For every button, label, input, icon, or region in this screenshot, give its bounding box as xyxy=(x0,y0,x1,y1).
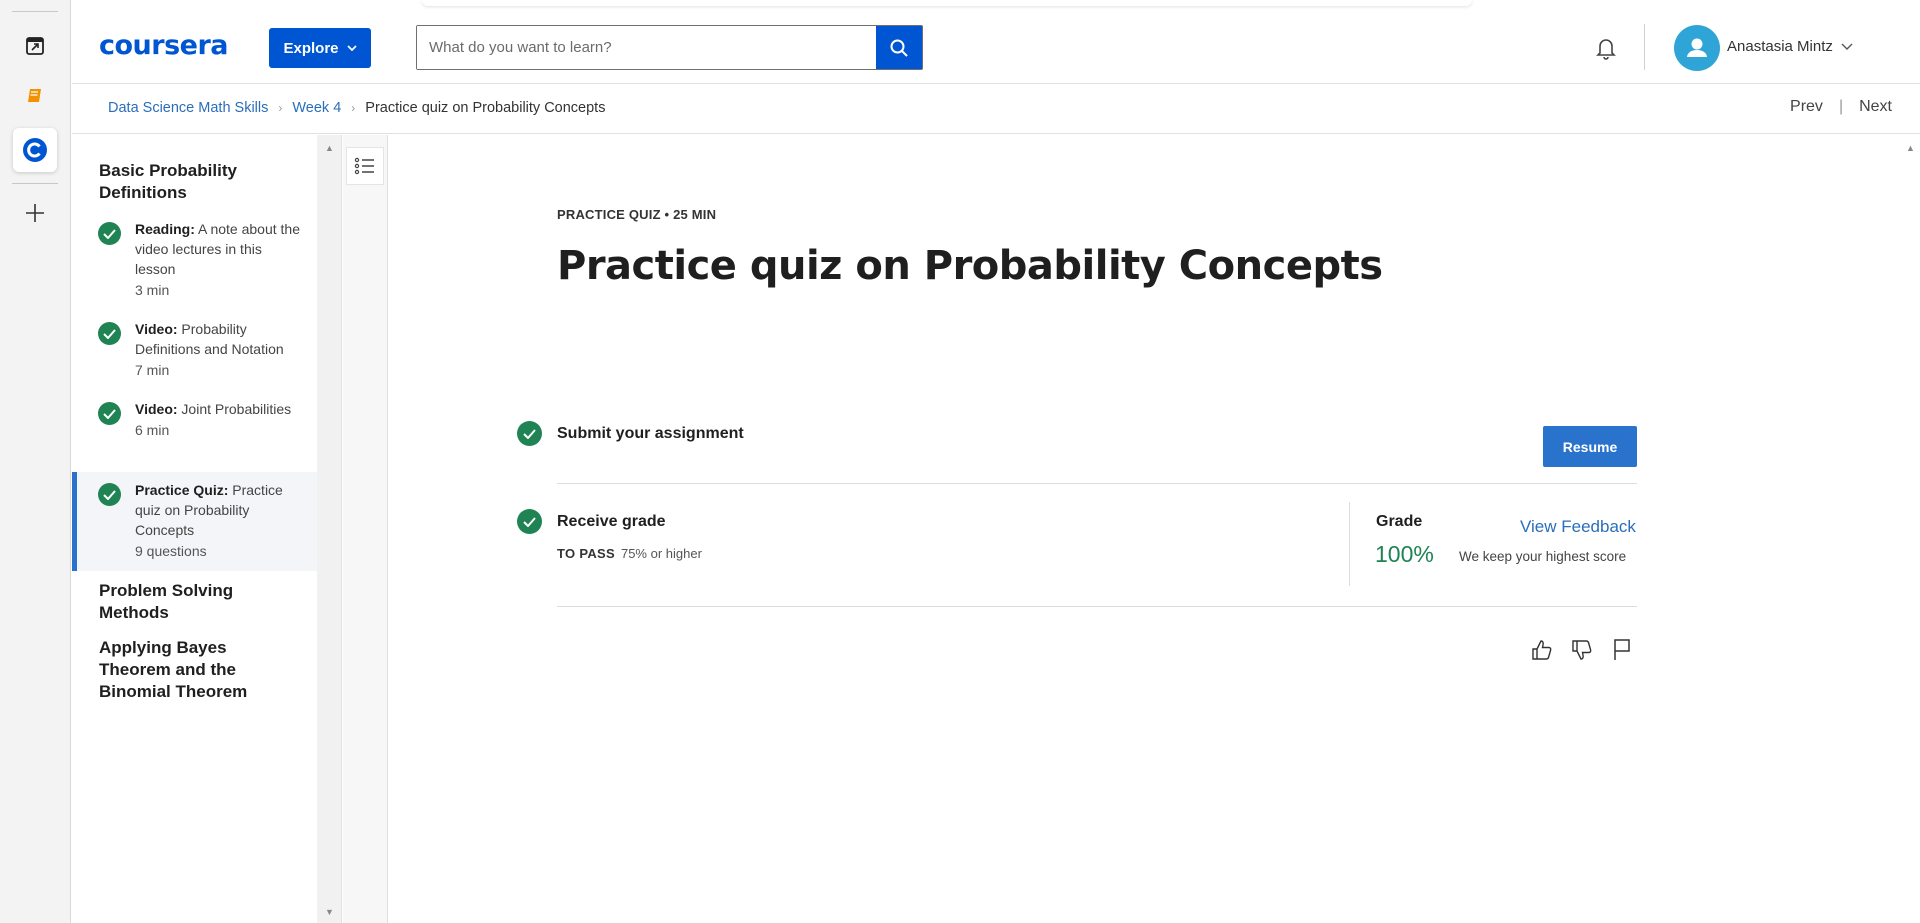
chevron-down-icon xyxy=(346,44,357,51)
to-pass-info: TO PASS 75% or higher xyxy=(557,546,702,561)
explore-button[interactable]: Explore xyxy=(269,28,371,68)
user-menu[interactable]: Anastasia Mintz xyxy=(1727,38,1853,55)
flag-icon[interactable] xyxy=(1609,637,1635,663)
top-strip xyxy=(72,0,1920,10)
browser-side-rail xyxy=(0,0,71,923)
sidebar-item-text: Video: Probability Definitions and Notat… xyxy=(135,319,300,380)
item-type: Video: xyxy=(135,401,178,417)
breadcrumb-bar: Data Science Math Skills › Week 4 › Prac… xyxy=(72,85,1920,134)
external-tab-icon[interactable] xyxy=(13,24,57,68)
breadcrumb-week[interactable]: Week 4 xyxy=(292,100,341,116)
sidebar-item-text: Reading: A note about the video lectures… xyxy=(135,219,300,300)
page-title: Practice quiz on Probability Concepts xyxy=(557,243,1383,289)
chevron-down-icon xyxy=(1841,43,1853,50)
sidebar-item-video-joint[interactable]: Video: Joint Probabilities 6 min xyxy=(72,399,317,459)
item-type: Video: xyxy=(135,321,178,337)
grade-divider xyxy=(1349,502,1350,586)
breadcrumb: Data Science Math Skills › Week 4 › Prac… xyxy=(108,100,605,116)
search-icon xyxy=(890,39,908,57)
section-title-basic-probability[interactable]: Basic Probability Definitions xyxy=(99,160,299,204)
bell-icon[interactable] xyxy=(1592,34,1620,67)
coursera-c-icon[interactable] xyxy=(13,128,57,172)
to-pass-label: TO PASS xyxy=(557,546,615,561)
section-title-problem-solving[interactable]: Problem Solving Methods xyxy=(99,580,299,624)
breadcrumb-course[interactable]: Data Science Math Skills xyxy=(108,100,268,116)
sidebar-item-reading[interactable]: Reading: A note about the video lectures… xyxy=(72,219,317,299)
sidebar-scrollbar[interactable]: ▲ ▼ xyxy=(317,135,342,923)
item-meta: 9 questions xyxy=(135,543,207,559)
explore-label: Explore xyxy=(283,39,339,57)
book-icon[interactable] xyxy=(13,74,57,118)
scroll-up-icon[interactable]: ▲ xyxy=(1906,143,1915,153)
course-sidebar: Basic Probability Definitions Reading: A… xyxy=(72,135,317,923)
search-button[interactable] xyxy=(876,26,922,69)
next-link[interactable]: Next xyxy=(1859,98,1892,116)
item-meta: 3 min xyxy=(135,282,170,298)
resume-button[interactable]: Resume xyxy=(1543,426,1637,467)
breadcrumb-current: Practice quiz on Probability Concepts xyxy=(365,100,606,116)
item-kicker: PRACTICE QUIZ • 25 MIN xyxy=(557,207,717,222)
scroll-down-icon[interactable]: ▼ xyxy=(325,907,334,917)
check-circle-icon xyxy=(517,509,542,534)
thumbs-down-icon[interactable] xyxy=(1569,637,1595,663)
keep-score-note: We keep your highest score xyxy=(1459,549,1627,564)
avatar[interactable] xyxy=(1674,25,1720,71)
chevron-right-icon: › xyxy=(351,101,356,115)
search-bar xyxy=(416,25,923,70)
nav-separator: | xyxy=(1838,98,1844,115)
check-circle-icon xyxy=(98,483,121,506)
coursera-logo[interactable]: coursera xyxy=(99,30,229,61)
check-circle-icon xyxy=(98,222,121,245)
scroll-up-icon[interactable]: ▲ xyxy=(325,143,334,153)
grade-heading: Grade xyxy=(1376,513,1423,530)
section-title-bayes[interactable]: Applying Bayes Theorem and the Binomial … xyxy=(99,637,299,703)
check-circle-icon xyxy=(517,421,542,446)
to-pass-value: 75% or higher xyxy=(620,546,702,561)
search-input[interactable] xyxy=(417,26,876,69)
user-name: Anastasia Mintz xyxy=(1727,38,1833,55)
outline-column xyxy=(343,135,388,923)
check-circle-icon xyxy=(98,402,121,425)
sidebar-item-text: Video: Joint Probabilities 6 min xyxy=(135,399,300,440)
grade-value: 100% xyxy=(1375,541,1434,567)
chevron-right-icon: › xyxy=(278,101,283,115)
item-title: Joint Probabilities xyxy=(181,401,292,417)
sidebar-item-practice-quiz[interactable]: Practice Quiz: Practice quiz on Probabil… xyxy=(72,472,317,571)
header-divider xyxy=(1644,24,1645,70)
main-scrollbar[interactable]: ▲ xyxy=(1900,135,1920,923)
view-feedback-link[interactable]: View Feedback xyxy=(1520,517,1636,537)
divider xyxy=(557,483,1637,484)
sidebar-item-video-definitions[interactable]: Video: Probability Definitions and Notat… xyxy=(72,319,317,379)
rail-divider xyxy=(12,183,58,184)
item-type: Practice Quiz: xyxy=(135,482,229,498)
rail-divider xyxy=(12,11,58,12)
thumbs-up-icon[interactable] xyxy=(1529,637,1555,663)
divider xyxy=(557,606,1637,607)
prev-next-nav: Prev | Next xyxy=(1790,98,1892,116)
outline-toggle-button[interactable] xyxy=(346,147,384,185)
main-content: PRACTICE QUIZ • 25 MIN Practice quiz on … xyxy=(389,135,1900,923)
sidebar-item-text: Practice Quiz: Practice quiz on Probabil… xyxy=(135,480,300,561)
user-icon xyxy=(1687,38,1707,57)
feedback-actions xyxy=(1529,637,1635,663)
submit-assignment-label: Submit your assignment xyxy=(557,425,744,442)
list-icon xyxy=(354,157,374,175)
check-circle-icon xyxy=(98,322,121,345)
prev-link[interactable]: Prev xyxy=(1790,98,1823,116)
item-type: Reading: xyxy=(135,221,195,237)
item-meta: 6 min xyxy=(135,422,170,438)
site-header: coursera Explore Anastasia Mintz xyxy=(72,10,1920,84)
receive-grade-label: Receive grade xyxy=(557,513,666,530)
plus-icon[interactable] xyxy=(13,191,57,235)
item-meta: 7 min xyxy=(135,362,170,378)
